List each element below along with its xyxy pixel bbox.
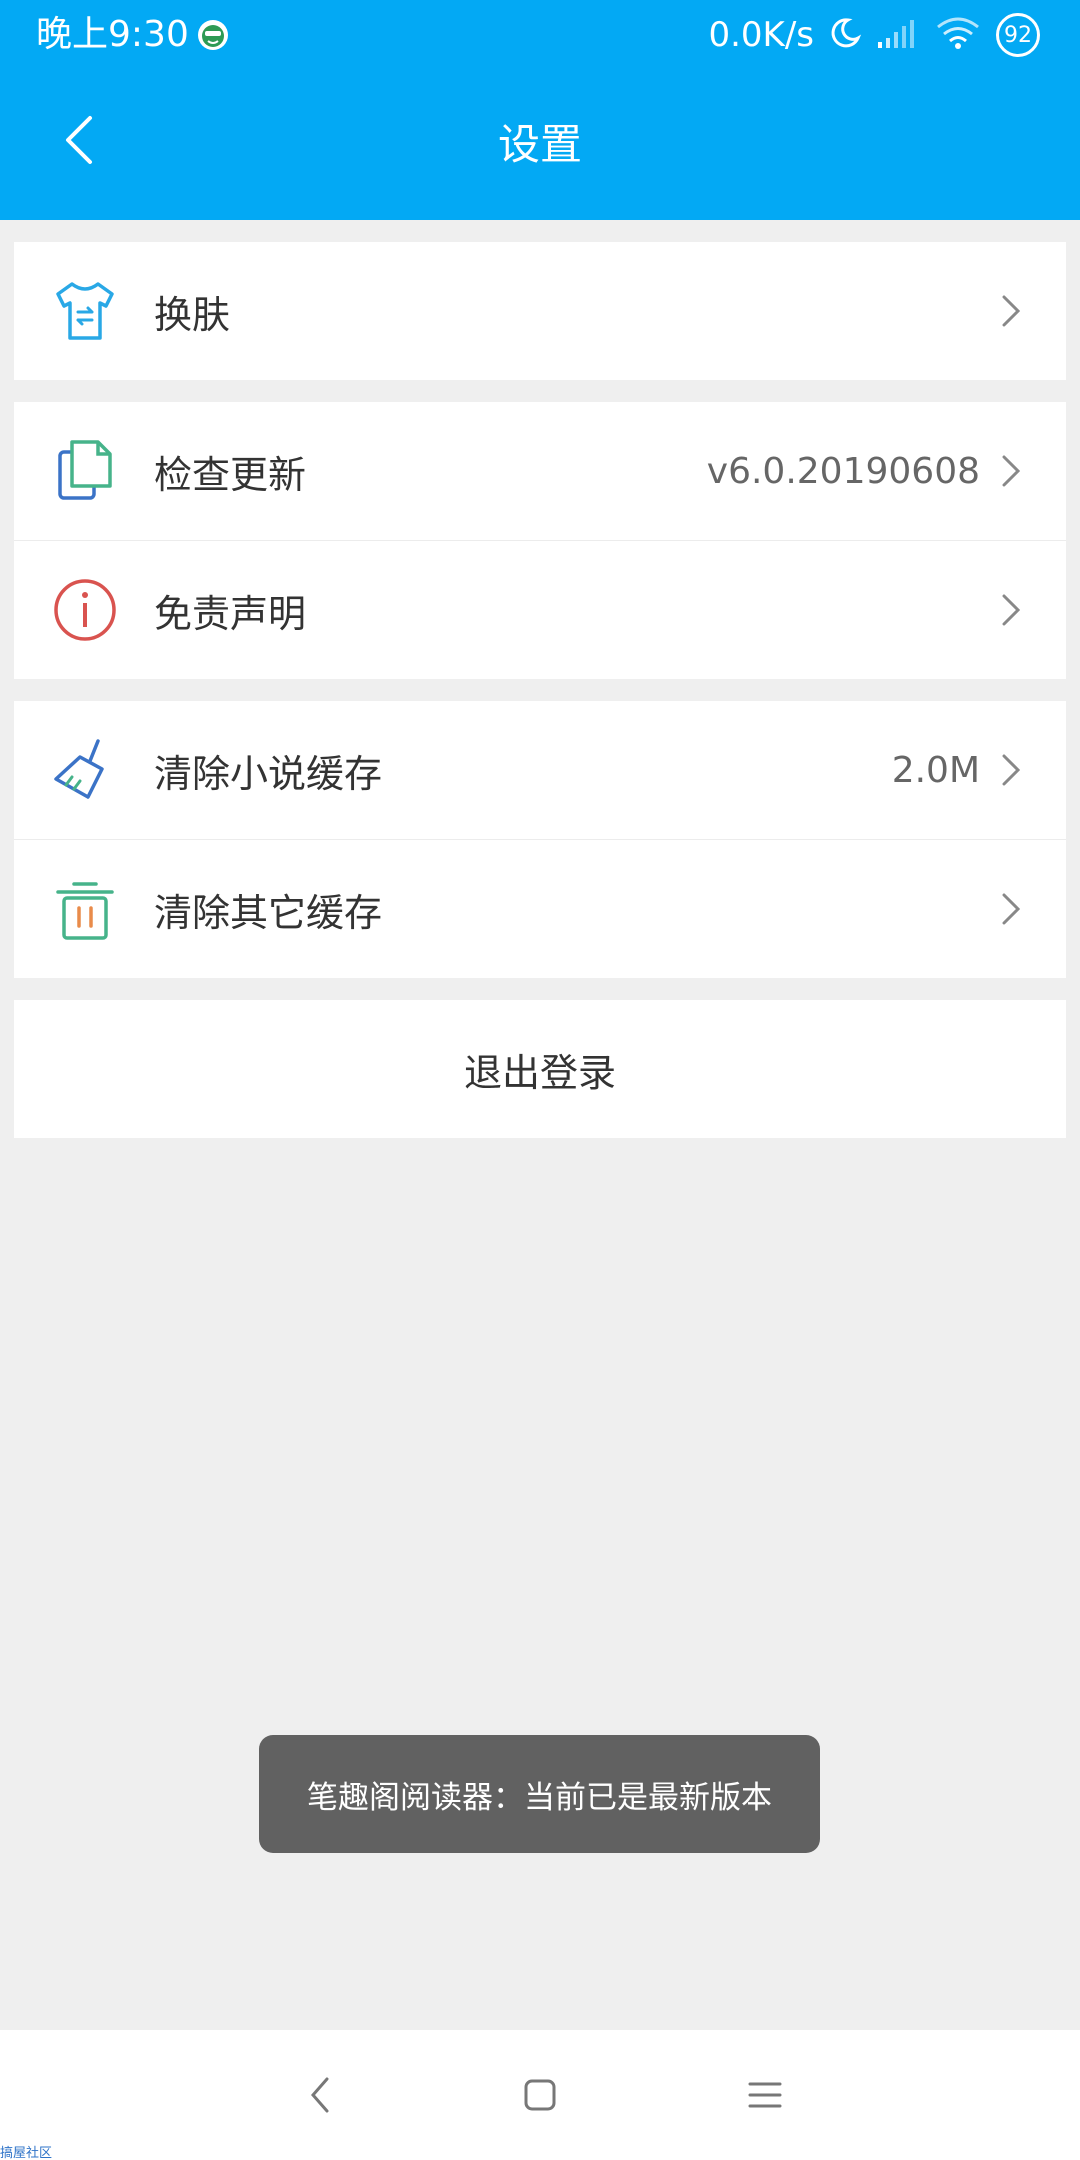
nav-back-button[interactable] — [290, 2065, 350, 2125]
setting-row-skin[interactable]: 换肤 — [14, 242, 1066, 380]
nav-home-button[interactable] — [510, 2065, 570, 2125]
system-nav-bar — [0, 2030, 1080, 2160]
version-value: v6.0.20190608 — [706, 450, 980, 492]
chevron-right-icon — [988, 289, 1032, 333]
page-title: 设置 — [497, 120, 582, 169]
status-right: 0.0K/s 92 — [708, 10, 1040, 60]
nav-back-icon — [311, 2077, 329, 2113]
watermark: 搞屋社区 — [0, 2146, 53, 2160]
net-speed: 0.0K/s — [708, 15, 814, 55]
setting-label: 清除其它缓存 — [154, 890, 383, 935]
nav-home-icon — [524, 2079, 556, 2111]
chevron-right-icon — [988, 887, 1032, 931]
setting-row-clear-other-cache[interactable]: 清除其它缓存 — [14, 839, 1066, 978]
chevron-right-icon — [988, 588, 1032, 632]
toast-message: 笔趣阁阅读器：当前已是最新版本 — [259, 1735, 820, 1853]
nav-menu-icon — [748, 2082, 782, 2108]
chevron-right-icon — [988, 748, 1032, 792]
broom-icon — [50, 735, 120, 805]
setting-label: 检查更新 — [154, 452, 307, 497]
app-bar: 设置 — [0, 70, 1080, 220]
battery-indicator: 92 — [996, 13, 1040, 57]
cache-size-value: 2.0M — [891, 749, 980, 791]
chevron-right-icon — [988, 449, 1032, 493]
moon-icon — [828, 16, 862, 54]
info-icon — [50, 575, 120, 645]
setting-row-check-update[interactable]: 检查更新 v6.0.20190608 — [14, 402, 1066, 540]
status-bar: 晚上9:30 0.0K/s 92 — [0, 0, 1080, 70]
trash-icon — [50, 874, 120, 944]
status-time: 晚上9:30 — [36, 14, 189, 55]
settings-group-about: 检查更新 v6.0.20190608 免责声明 — [14, 402, 1066, 679]
setting-label: 换肤 — [154, 292, 231, 337]
tshirt-icon — [50, 276, 120, 346]
notification-face-icon — [196, 18, 230, 52]
documents-icon — [50, 436, 120, 506]
nav-menu-button[interactable] — [735, 2065, 795, 2125]
setting-label: 免责声明 — [154, 591, 307, 636]
signal-icon — [876, 16, 920, 54]
setting-row-clear-novel-cache[interactable]: 清除小说缓存 2.0M — [14, 701, 1066, 839]
top-bar: 晚上9:30 0.0K/s 92 设置 — [0, 0, 1080, 220]
logout-button[interactable]: 退出登录 — [14, 1000, 1066, 1138]
setting-label: 清除小说缓存 — [154, 751, 383, 796]
wifi-icon — [934, 15, 982, 55]
settings-screen: 晚上9:30 0.0K/s 92 设置 换肤 检查更新 v6.0.2019060… — [0, 0, 1080, 2160]
settings-group-cache: 清除小说缓存 2.0M 清除其它缓存 — [14, 701, 1066, 978]
setting-row-disclaimer[interactable]: 免责声明 — [14, 540, 1066, 679]
settings-group-skin: 换肤 — [14, 242, 1066, 380]
